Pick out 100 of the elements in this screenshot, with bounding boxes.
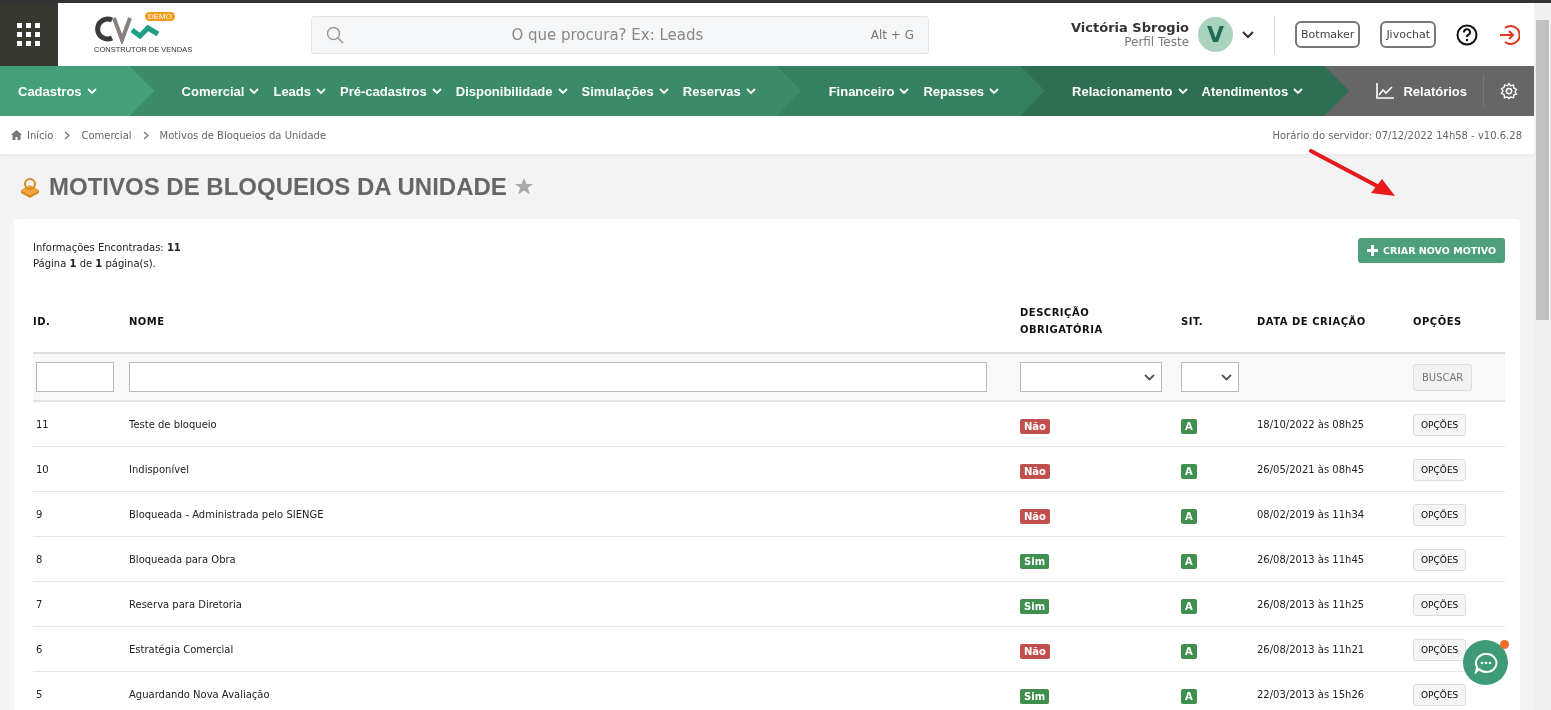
line-chart-icon — [1376, 83, 1395, 99]
status-badge: A — [1181, 418, 1197, 434]
column-header: NOME — [129, 314, 166, 329]
status-badge: A — [1181, 643, 1197, 659]
column-header: DATA DE CRIAÇÃO — [1257, 314, 1367, 329]
nav-menu-item[interactable]: Simulações — [581, 83, 669, 99]
results-summary: Informações Encontradas: 11 — [33, 241, 181, 255]
server-time: Horário do servidor: 07/12/2022 14h58 - v10.6.28 — [1272, 129, 1522, 141]
date-cell-text: 26/08/2013 às 11h21 — [1257, 643, 1366, 655]
apps-menu-button[interactable] — [0, 3, 58, 66]
status-badge: A — [1181, 553, 1197, 569]
grid-icon — [17, 22, 41, 47]
options-button[interactable]: OPÇÕES — [1413, 458, 1467, 481]
chevron-down-icon — [86, 87, 97, 95]
chat-integration-button[interactable]: Jivochat — [1380, 21, 1436, 48]
required-badge: Sim — [1020, 598, 1050, 614]
chevron-down-icon — [658, 87, 669, 95]
shortcut-hint: Alt + G — [870, 27, 914, 42]
results-summary: Página 1 de 1 página(s). — [33, 257, 157, 271]
search-bar[interactable]: O que procura? Ex: Leads Alt + G — [311, 15, 929, 54]
date-cell-text: 08/02/2019 às 11h34 — [1257, 508, 1366, 520]
nav-menu-item[interactable]: Pré-cadastros — [340, 83, 442, 99]
id-cell-text: 10 — [35, 463, 50, 475]
chevron-down-icon — [1177, 87, 1188, 95]
breadcrumb-link[interactable]: Motivos de Bloqueios da Unidade — [159, 129, 327, 141]
user-name: Victória Sbrogio — [1071, 20, 1190, 35]
search-icon — [326, 25, 344, 44]
required-badge: Sim — [1020, 553, 1050, 569]
chat-integration-button[interactable]: Botmaker — [1295, 21, 1361, 48]
required-badge: Não — [1020, 463, 1050, 479]
required-filter-dropdown[interactable] — [1020, 362, 1162, 392]
nav-menu-item[interactable]: Financeiro — [828, 83, 910, 99]
required-badge: Não — [1020, 508, 1050, 524]
chevron-down-icon — [1144, 373, 1155, 381]
id-cell-text: 11 — [35, 418, 50, 430]
chevron-down-icon — [431, 87, 442, 95]
logout-icon[interactable] — [1498, 23, 1520, 46]
chevron-down-icon — [989, 87, 1000, 95]
name-cell-text: Aguardando Nova Avaliação — [129, 688, 271, 700]
name-cell-text: Indisponível — [129, 463, 191, 475]
home-icon — [11, 130, 22, 140]
status-badge: A — [1181, 598, 1197, 614]
column-header: ID. — [33, 314, 52, 329]
status-badge: A — [1181, 688, 1197, 704]
date-cell-text: 26/08/2013 às 11h45 — [1257, 553, 1366, 565]
help-icon[interactable] — [1456, 23, 1478, 46]
id-cell-text: 9 — [35, 508, 44, 520]
search-field[interactable]: O que procura? Ex: Leads — [352, 24, 863, 45]
chevron-down-icon — [249, 87, 260, 95]
chat-bubble-icon — [1473, 651, 1498, 674]
plus-icon — [1367, 245, 1379, 256]
breadcrumb-link[interactable]: Comercial — [81, 129, 132, 141]
options-button[interactable]: OPÇÕES — [1413, 548, 1467, 571]
nav-menu-item[interactable]: Relacionamento — [1072, 83, 1188, 99]
star-icon[interactable] — [514, 178, 533, 195]
search-button[interactable]: BUSCAR — [1413, 363, 1473, 391]
nav-menu-item[interactable]: Repasses — [923, 83, 1000, 99]
id-cell-text: 5 — [35, 688, 44, 700]
nav-menu-item[interactable]: Comercial — [181, 83, 260, 99]
breadcrumb-separator-icon — [142, 130, 149, 140]
name-filter-field[interactable] — [129, 362, 987, 392]
user-profile: Perfil Teste — [1124, 35, 1190, 49]
chevron-down-icon — [557, 87, 568, 95]
options-button[interactable]: OPÇÕES — [1413, 638, 1467, 661]
chevron-down-icon — [316, 87, 327, 95]
create-button[interactable]: CRIAR NOVO MOTIVO — [1358, 238, 1505, 263]
options-button[interactable]: OPÇÕES — [1413, 413, 1467, 436]
chevron-down-icon — [745, 87, 756, 95]
name-cell-text: Bloqueada - Administrada pelo SIENGE — [129, 508, 325, 520]
nav-menu-item[interactable]: Leads — [273, 83, 327, 99]
column-header: OPÇÕES — [1413, 314, 1463, 329]
date-cell-text: 22/03/2013 às 15h26 — [1257, 688, 1366, 700]
status-filter-dropdown[interactable] — [1181, 362, 1239, 392]
date-cell-text: 26/08/2013 às 11h25 — [1257, 598, 1366, 610]
options-button[interactable]: OPÇÕES — [1413, 683, 1467, 706]
nav-menu-item[interactable]: Cadastros — [18, 83, 97, 99]
scrollbar[interactable] — [1534, 3, 1551, 710]
nav-menu-item[interactable]: Atendimentos — [1201, 83, 1304, 99]
nav-menu-item[interactable]: Disponibilidade — [455, 83, 568, 99]
breadcrumb-link[interactable]: Início — [27, 129, 54, 141]
id-cell-text: 7 — [35, 598, 44, 610]
required-badge: Sim — [1020, 688, 1050, 704]
id-filter-field[interactable] — [36, 362, 114, 392]
date-cell-text: 26/05/2021 às 08h45 — [1257, 463, 1366, 475]
required-badge: Não — [1020, 418, 1050, 434]
options-button[interactable]: OPÇÕES — [1413, 503, 1467, 526]
notification-dot — [1500, 640, 1509, 649]
name-cell-text: Reserva para Diretoria — [129, 598, 243, 610]
column-header: DESCRIÇÃO OBRIGATÓRIA — [1020, 305, 1104, 337]
id-cell-text: 6 — [35, 643, 44, 655]
status-badge: A — [1181, 508, 1197, 524]
chevron-down-icon[interactable] — [1242, 30, 1255, 39]
nav-menu-item[interactable]: Reservas — [682, 83, 756, 99]
required-badge: Não — [1020, 643, 1050, 659]
options-button[interactable]: OPÇÕES — [1413, 593, 1467, 616]
chevron-down-icon — [1293, 87, 1304, 95]
user-avatar[interactable]: V — [1198, 17, 1234, 52]
date-cell-text: 18/10/2022 às 08h25 — [1257, 418, 1366, 430]
breadcrumb-separator-icon — [64, 130, 71, 140]
name-cell-text: Teste de bloqueio — [129, 418, 218, 430]
